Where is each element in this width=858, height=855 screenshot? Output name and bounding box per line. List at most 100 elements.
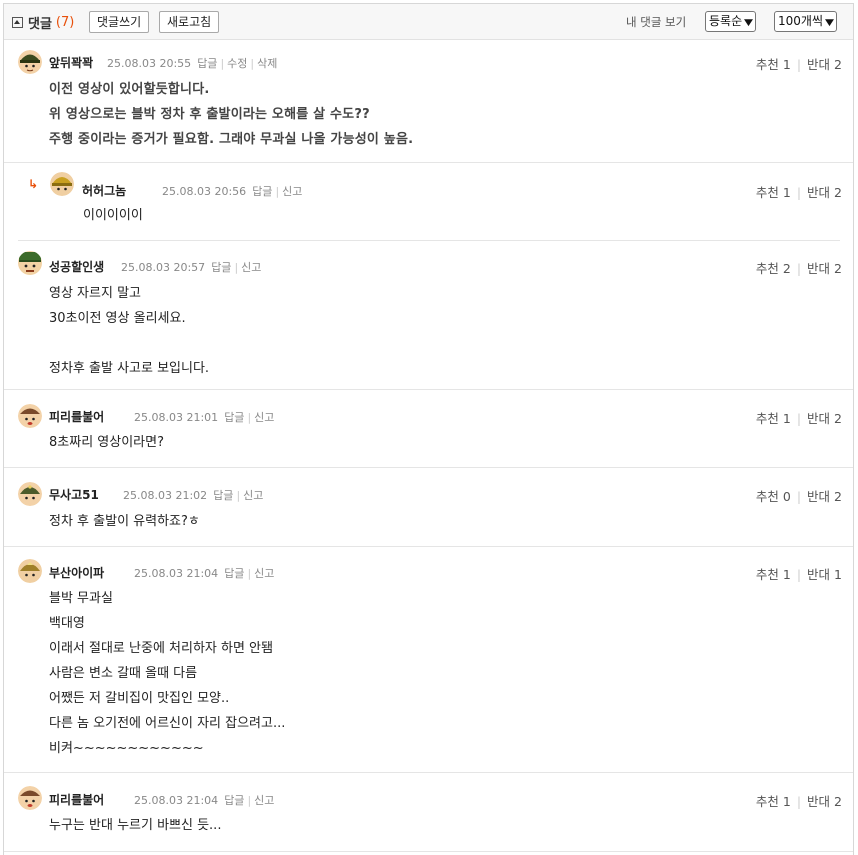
upvote-count: 1 bbox=[782, 794, 791, 809]
avatar bbox=[50, 172, 74, 196]
vote-box: 추천 1 | 반대 1 bbox=[755, 567, 842, 582]
comment-line: 위 영상으로는 블박 정차 후 출발이라는 오해를 살 수도?? bbox=[49, 107, 370, 122]
downvote-count: 2 bbox=[834, 185, 842, 200]
report-link[interactable]: 신고 bbox=[254, 411, 274, 424]
refresh-button[interactable]: 새로고침 bbox=[159, 11, 220, 33]
upvote-button[interactable]: 추천 1 bbox=[756, 185, 791, 200]
avatar bbox=[18, 786, 42, 810]
comment-line: 8초짜리 영상이라면? bbox=[49, 435, 164, 450]
upvote-count: 1 bbox=[782, 57, 791, 72]
reply-link[interactable]: 답글 bbox=[252, 185, 272, 198]
reply-link[interactable]: 답글 bbox=[197, 57, 217, 70]
downvote-label: 반대 bbox=[807, 185, 831, 200]
comment-author[interactable]: 피리를불어 bbox=[49, 791, 104, 808]
comment-line: 이전 영상이 있어할듯합니다. bbox=[49, 82, 210, 97]
report-link[interactable]: 신고 bbox=[241, 261, 261, 274]
upvote-button[interactable]: 추천 1 bbox=[756, 567, 791, 582]
comment-header: 댓글 (7) 댓글쓰기 새로고침 내 댓글 보기 등록순 ▼ 100개씩 ▼ bbox=[4, 4, 853, 40]
upvote-label: 추천 bbox=[755, 57, 779, 72]
comment-meta: 25.08.03 20:55 답글 | 수정 | 삭제 bbox=[107, 57, 278, 70]
downvote-count: 2 bbox=[834, 57, 842, 72]
comment-meta: 25.08.03 21:04 답글 | 신고 bbox=[134, 794, 275, 807]
write-comment-button[interactable]: 댓글쓰기 bbox=[89, 11, 150, 33]
avatar bbox=[18, 559, 42, 583]
comment-body: 8초짜리 영상이라면? bbox=[49, 430, 164, 455]
collapse-icon[interactable] bbox=[12, 17, 23, 28]
comment-body: 정차 후 출발이 유력하죠?ㅎ bbox=[49, 509, 200, 534]
chevron-down-icon: ▼ bbox=[744, 18, 754, 28]
downvote-button[interactable]: 반대 2 bbox=[807, 489, 842, 504]
comment-line: 정차후 출발 사고로 보입니다. bbox=[49, 361, 210, 376]
reply-arrow-icon: ↳ bbox=[28, 177, 39, 191]
comment-time: 25.08.03 21:02 bbox=[123, 489, 208, 502]
reply-link[interactable]: 답글 bbox=[213, 489, 233, 502]
comment-body: 영상 자르지 말고 30초이전 영상 올리세요. 정차후 출발 사고로 보입니다… bbox=[49, 281, 209, 381]
comment-line: 백대영 bbox=[49, 616, 85, 631]
per-page-select[interactable]: 100개씩 ▼ bbox=[774, 11, 837, 32]
upvote-button[interactable]: 추천 1 bbox=[756, 57, 791, 72]
comment-line: 이래서 절대로 난중에 처리하자 하면 안됌 bbox=[49, 641, 273, 656]
comment-author[interactable]: 피리를불어 bbox=[49, 408, 104, 425]
downvote-button[interactable]: 반대 2 bbox=[807, 411, 842, 426]
vote-box: 추천 1 | 반대 2 bbox=[755, 411, 842, 426]
upvote-label: 추천 bbox=[755, 185, 779, 200]
comment-item: 피리를불어 25.08.03 21:04 답글 | 신고 추천 1 | 반대 2 누구는 … bbox=[4, 773, 853, 852]
upvote-button[interactable]: 추천 1 bbox=[756, 411, 791, 426]
comment-item: 부산아이파 25.08.03 21:04 답글 | 신고 추천 1 | 반대 1 블박 무… bbox=[4, 547, 853, 773]
downvote-button[interactable]: 반대 1 bbox=[807, 567, 842, 582]
vote-box: 추천 2 | 반대 2 bbox=[755, 261, 842, 276]
comment-author[interactable]: 무사고51 bbox=[49, 486, 99, 503]
comment-author[interactable]: 앞뒤꽉꽉 bbox=[49, 54, 93, 71]
comment-line bbox=[49, 331, 209, 356]
upvote-label: 추천 bbox=[755, 794, 779, 809]
sort-select[interactable]: 등록순 ▼ bbox=[705, 11, 757, 32]
upvote-button[interactable]: 추천 0 bbox=[756, 489, 791, 504]
downvote-button[interactable]: 반대 2 bbox=[807, 57, 842, 72]
comment-line: 주행 중이라는 증거가 필요함. 그래야 무과실 나올 가능성이 높음. bbox=[49, 132, 414, 147]
upvote-count: 0 bbox=[782, 489, 791, 504]
report-link[interactable]: 신고 bbox=[282, 185, 302, 198]
comment-meta: 25.08.03 20:56 답글 | 신고 bbox=[162, 185, 303, 198]
report-link[interactable]: 신고 bbox=[254, 794, 274, 807]
downvote-button[interactable]: 반대 2 bbox=[807, 185, 842, 200]
comment-body: 누구는 반대 누르기 바쁘신 듯... bbox=[49, 813, 221, 838]
upvote-label: 추천 bbox=[755, 567, 779, 582]
comment-meta: 25.08.03 21:04 답글 | 신고 bbox=[134, 567, 275, 580]
comment-time: 25.08.03 21:04 bbox=[134, 567, 219, 580]
comment-item: 피리를불어 25.08.03 21:01 답글 | 신고 추천 1 | 반대 2 8초짜리… bbox=[4, 390, 853, 468]
comment-line: 다른 놈 오기전에 어르신이 자리 잡으려고... bbox=[49, 716, 286, 731]
comment-body: 이전 영상이 있어할듯합니다. 위 영상으로는 블박 정차 후 출발이라는 오해… bbox=[49, 77, 413, 152]
upvote-button[interactable]: 추천 2 bbox=[756, 261, 791, 276]
comment-author[interactable]: 허허그놈 bbox=[82, 182, 126, 199]
comment-line: 영상 자르지 말고 bbox=[49, 286, 141, 301]
downvote-label: 반대 bbox=[807, 794, 831, 809]
vote-box: 추천 1 | 반대 2 bbox=[755, 57, 842, 72]
comment-body: 블박 무과실 백대영 이래서 절대로 난중에 처리하자 하면 안됌 사람은 변소… bbox=[49, 586, 285, 761]
comment-author[interactable]: 성공할인생 bbox=[49, 258, 104, 275]
per-page-select-value: 100개씩 bbox=[778, 14, 823, 28]
comment-meta: 25.08.03 21:01 답글 | 신고 bbox=[134, 411, 275, 424]
report-link[interactable]: 신고 bbox=[243, 489, 263, 502]
comment-time: 25.08.03 20:57 bbox=[121, 261, 206, 274]
downvote-button[interactable]: 반대 2 bbox=[807, 261, 842, 276]
report-link[interactable]: 신고 bbox=[254, 567, 274, 580]
comment-title[interactable]: 댓글 (7) bbox=[12, 13, 74, 32]
my-comments-link[interactable]: 내 댓글 보기 bbox=[626, 14, 686, 30]
edit-link[interactable]: 수정 bbox=[227, 57, 247, 70]
reply-link[interactable]: 답글 bbox=[224, 794, 244, 807]
comment-section: 댓글 (7) 댓글쓰기 새로고침 내 댓글 보기 등록순 ▼ 100개씩 ▼ 앞뒤꽉… bbox=[3, 3, 854, 855]
comment-line: 정차 후 출발이 유력하죠?ㅎ bbox=[49, 514, 200, 529]
reply-link[interactable]: 답글 bbox=[224, 567, 244, 580]
comment-line: 블박 무과실 bbox=[49, 591, 113, 606]
upvote-button[interactable]: 추천 1 bbox=[756, 794, 791, 809]
comment-body: 이이이이이 bbox=[83, 203, 143, 228]
reply-link[interactable]: 답글 bbox=[211, 261, 231, 274]
downvote-count: 2 bbox=[834, 489, 842, 504]
downvote-label: 반대 bbox=[807, 261, 831, 276]
downvote-button[interactable]: 반대 2 bbox=[807, 794, 842, 809]
reply-link[interactable]: 답글 bbox=[224, 411, 244, 424]
upvote-label: 추천 bbox=[755, 411, 779, 426]
delete-link[interactable]: 삭제 bbox=[257, 57, 277, 70]
comment-reply-item: ↳ 허허그놈 25.08.03 20:56 답글 | 신고 추천 1 | 반대 2 이이이… bbox=[18, 162, 842, 241]
comment-author[interactable]: 부산아이파 bbox=[49, 564, 104, 581]
